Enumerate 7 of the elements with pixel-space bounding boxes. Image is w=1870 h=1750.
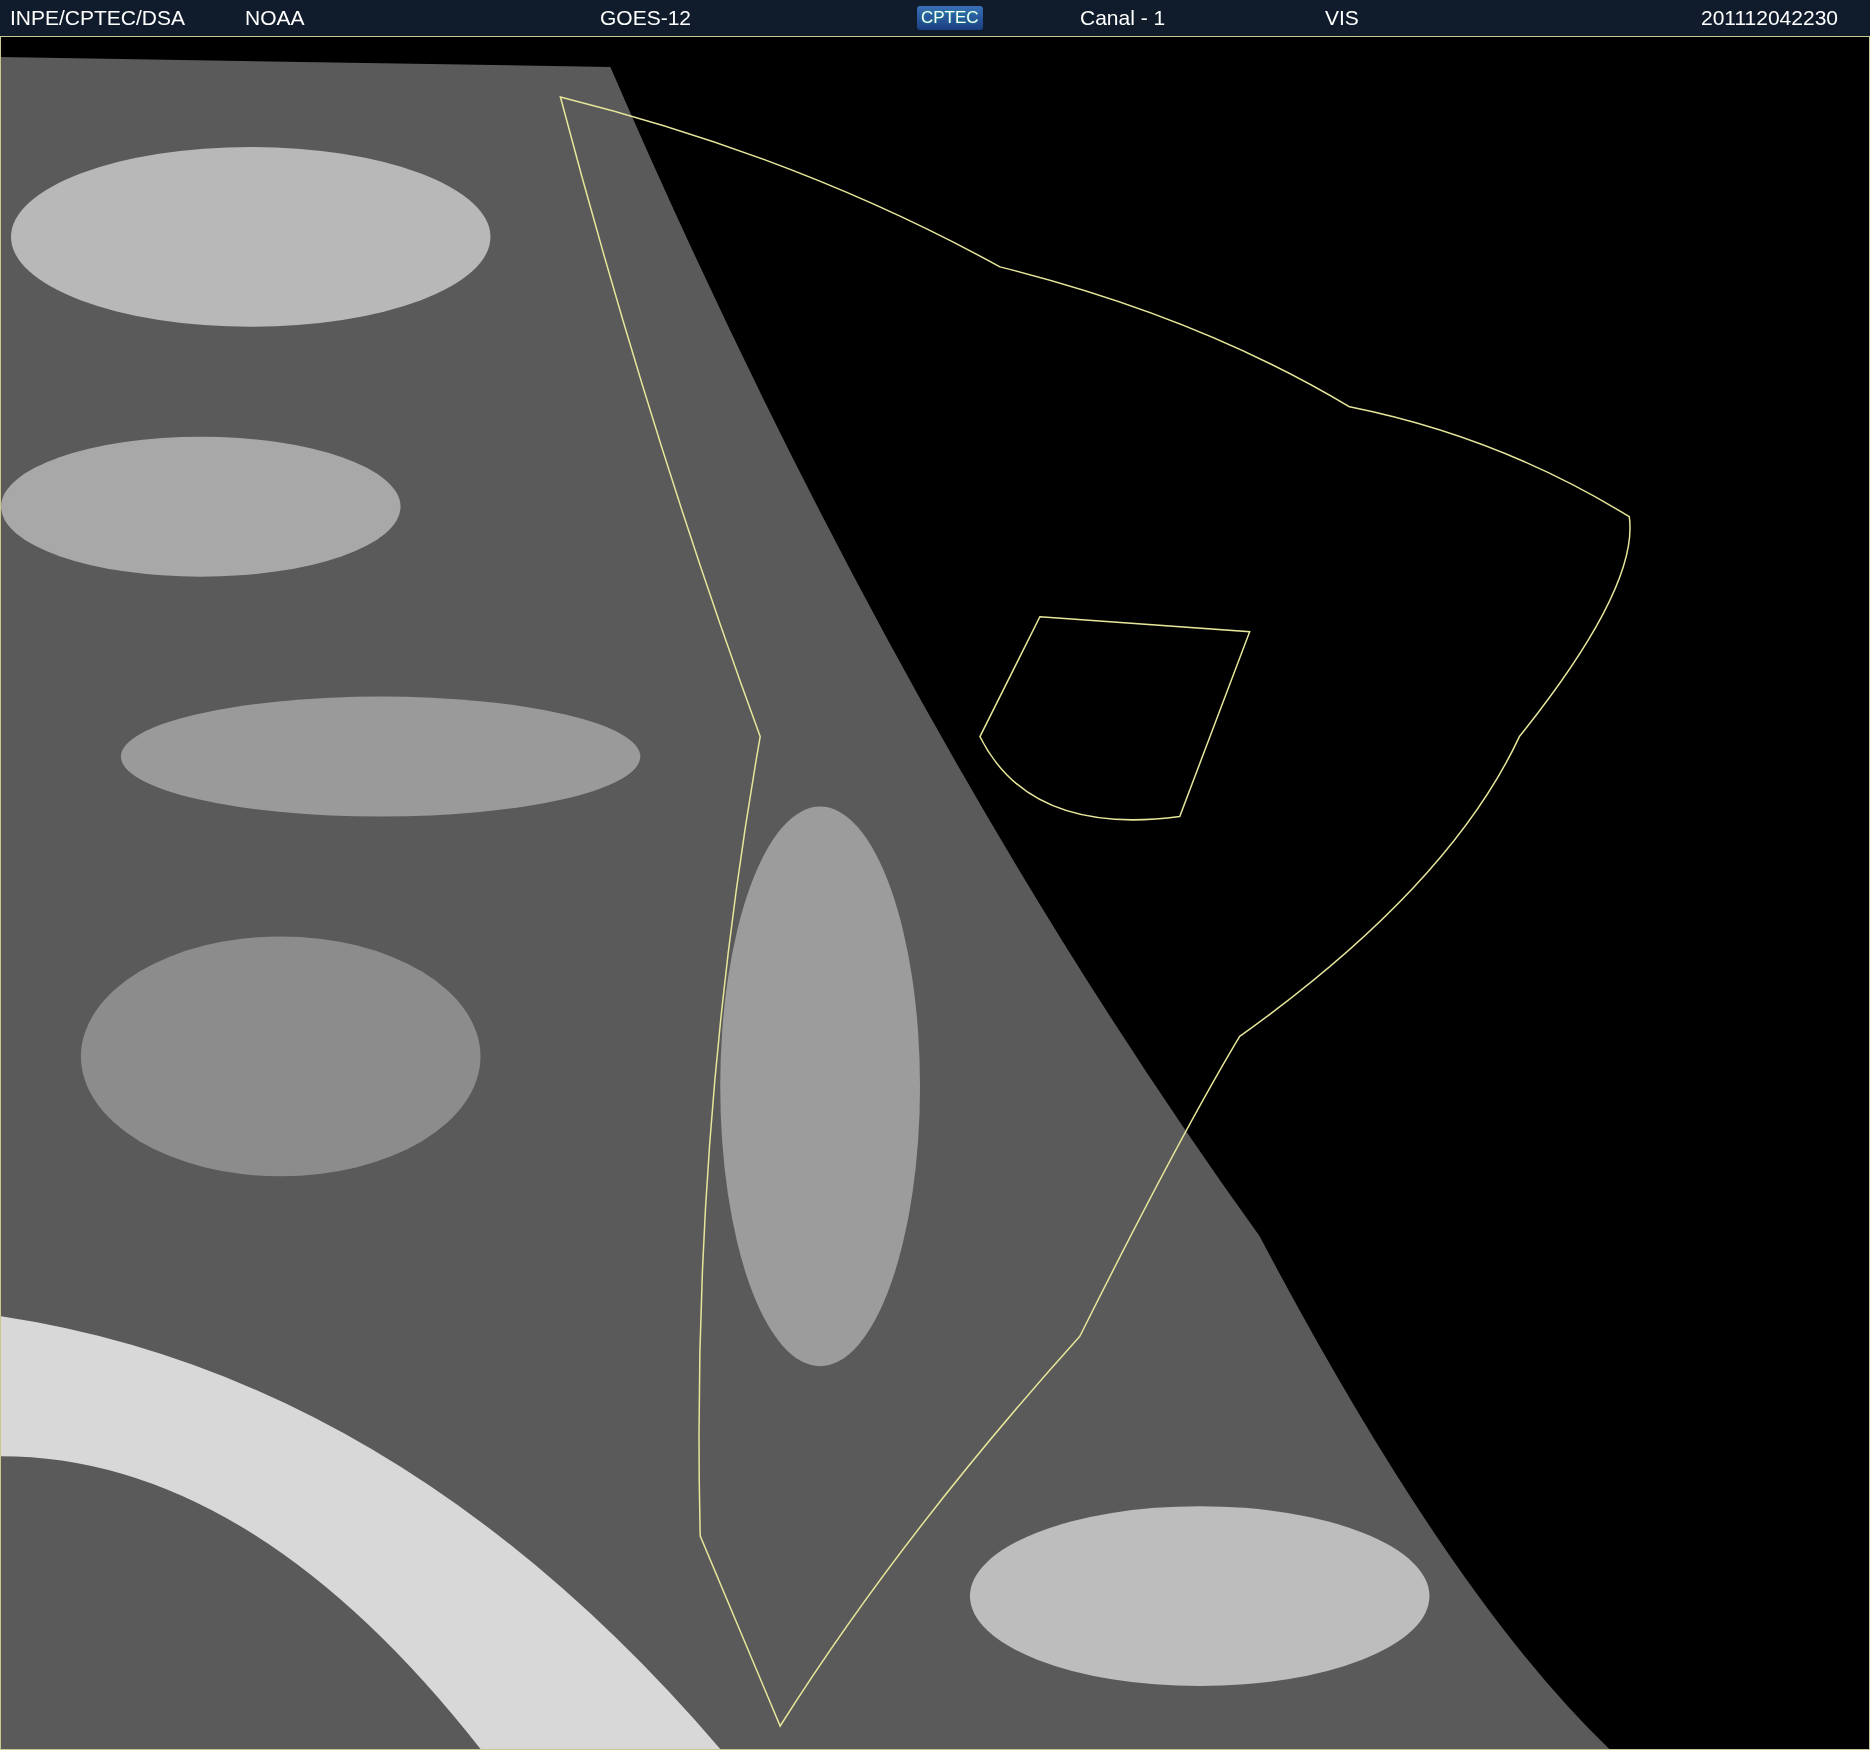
- band-label: VIS: [1324, 6, 1359, 30]
- satellite-label: GOES-12: [599, 6, 692, 30]
- timestamp-label: 201112042230: [1699, 6, 1839, 30]
- logo: CPTEC: [917, 6, 983, 30]
- agency-label: NOAA: [244, 6, 305, 30]
- channel-label: Canal - 1: [1079, 6, 1166, 30]
- source-label: INPE/CPTEC/DSA: [9, 6, 186, 30]
